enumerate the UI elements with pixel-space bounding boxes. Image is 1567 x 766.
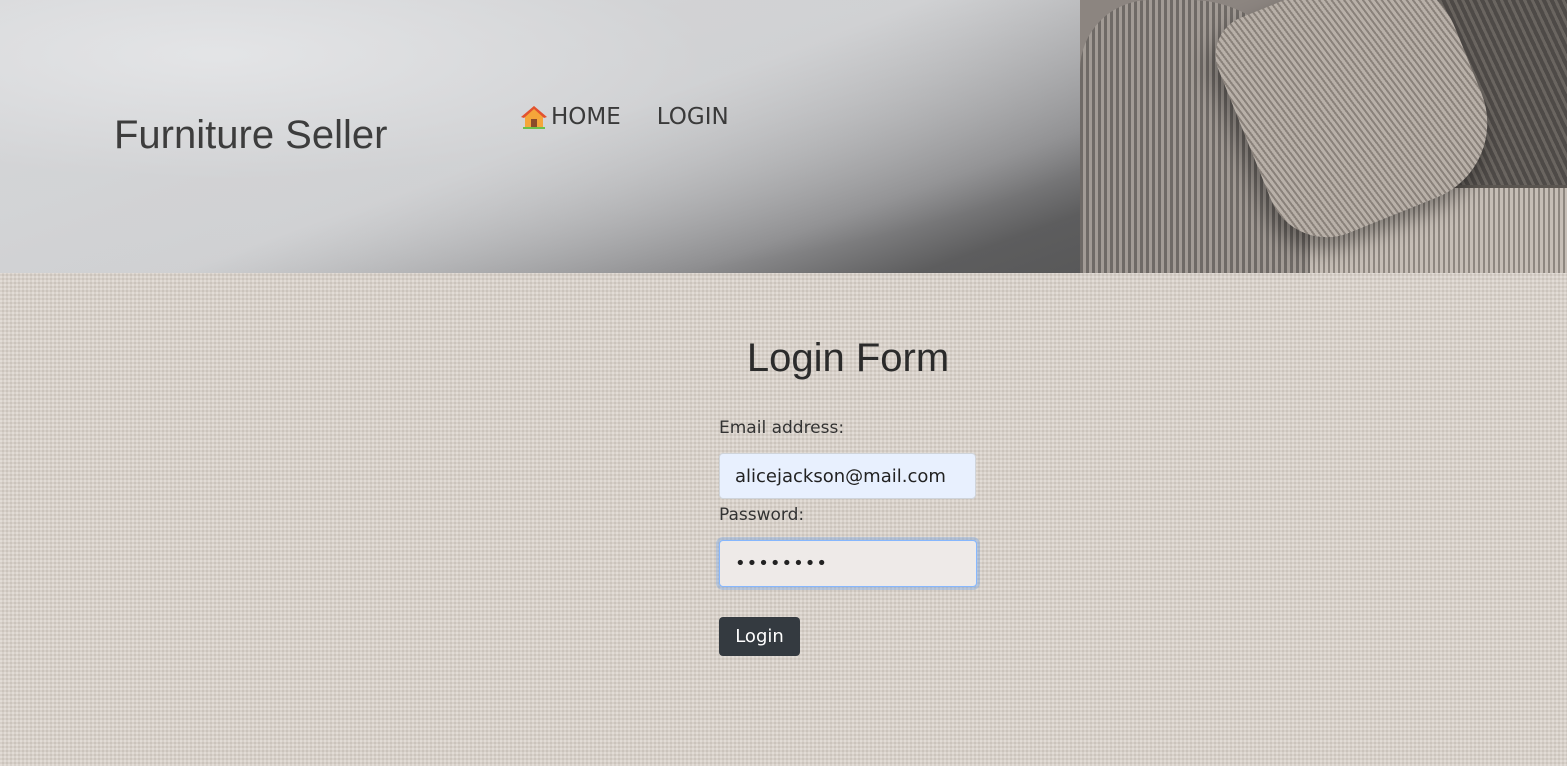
- house-icon: [520, 104, 548, 130]
- nav-login-label: LOGIN: [656, 104, 729, 130]
- password-label: Password:: [719, 505, 805, 525]
- password-field[interactable]: [719, 540, 977, 587]
- nav-login-link[interactable]: LOGIN: [657, 104, 729, 130]
- main-nav: HOME LOGIN: [520, 104, 729, 130]
- site-brand: Furniture Seller: [114, 113, 388, 157]
- email-label: Email address:: [719, 418, 845, 438]
- login-button[interactable]: Login: [719, 617, 800, 656]
- email-field[interactable]: [719, 453, 976, 499]
- nav-home-label: HOME: [551, 104, 621, 130]
- nav-home-link[interactable]: HOME: [520, 104, 621, 130]
- site-header: Furniture Seller HOME LOGIN: [0, 0, 1567, 273]
- form-title: Login Form: [746, 336, 950, 380]
- sofa-banner-image: [1080, 0, 1567, 273]
